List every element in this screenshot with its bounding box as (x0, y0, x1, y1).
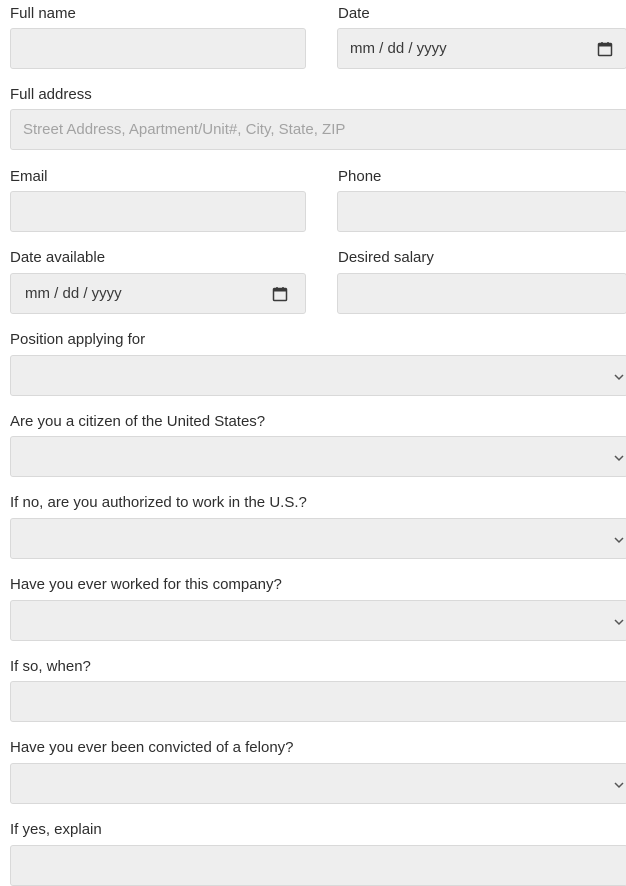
date-available-input[interactable]: mm / dd / yyyy (10, 273, 306, 314)
citizen-select[interactable] (10, 436, 626, 477)
desired-salary-input[interactable] (337, 273, 626, 314)
citizen-label: Are you a citizen of the United States? (10, 413, 266, 430)
calendar-icon[interactable] (596, 40, 614, 58)
authorized-select[interactable] (10, 518, 626, 559)
date-available-label: Date available (10, 249, 106, 266)
full-name-input[interactable] (10, 28, 306, 69)
explain-label: If yes, explain (10, 821, 102, 838)
chevron-down-icon (614, 782, 624, 789)
email-input[interactable] (10, 191, 306, 232)
date-label: Date (338, 5, 370, 22)
position-select[interactable] (10, 355, 626, 396)
full-address-label: Full address (10, 86, 92, 103)
worked-before-select[interactable] (10, 600, 626, 641)
phone-input[interactable] (337, 191, 626, 232)
worked-before-label: Have you ever worked for this company? (10, 576, 282, 593)
date-available-value: mm / dd / yyyy (25, 285, 122, 302)
phone-label: Phone (338, 168, 382, 185)
full-address-input[interactable]: Street Address, Apartment/Unit#, City, S… (10, 109, 626, 150)
date-value: mm / dd / yyyy (350, 40, 447, 57)
felony-select[interactable] (10, 763, 626, 804)
when-input[interactable] (10, 681, 626, 722)
explain-input[interactable] (10, 845, 626, 886)
authorized-label: If no, are you authorized to work in the… (10, 494, 307, 511)
when-label: If so, when? (10, 658, 91, 675)
full-address-placeholder: Street Address, Apartment/Unit#, City, S… (23, 121, 346, 138)
chevron-down-icon (614, 374, 624, 381)
desired-salary-label: Desired salary (338, 249, 434, 266)
date-input[interactable]: mm / dd / yyyy (337, 28, 626, 69)
felony-label: Have you ever been convicted of a felony… (10, 739, 294, 756)
chevron-down-icon (614, 455, 624, 462)
chevron-down-icon (614, 619, 624, 626)
email-label: Email (10, 168, 48, 185)
chevron-down-icon (614, 537, 624, 544)
position-label: Position applying for (10, 331, 146, 348)
calendar-icon[interactable] (271, 285, 289, 303)
full-name-label: Full name (10, 5, 76, 22)
